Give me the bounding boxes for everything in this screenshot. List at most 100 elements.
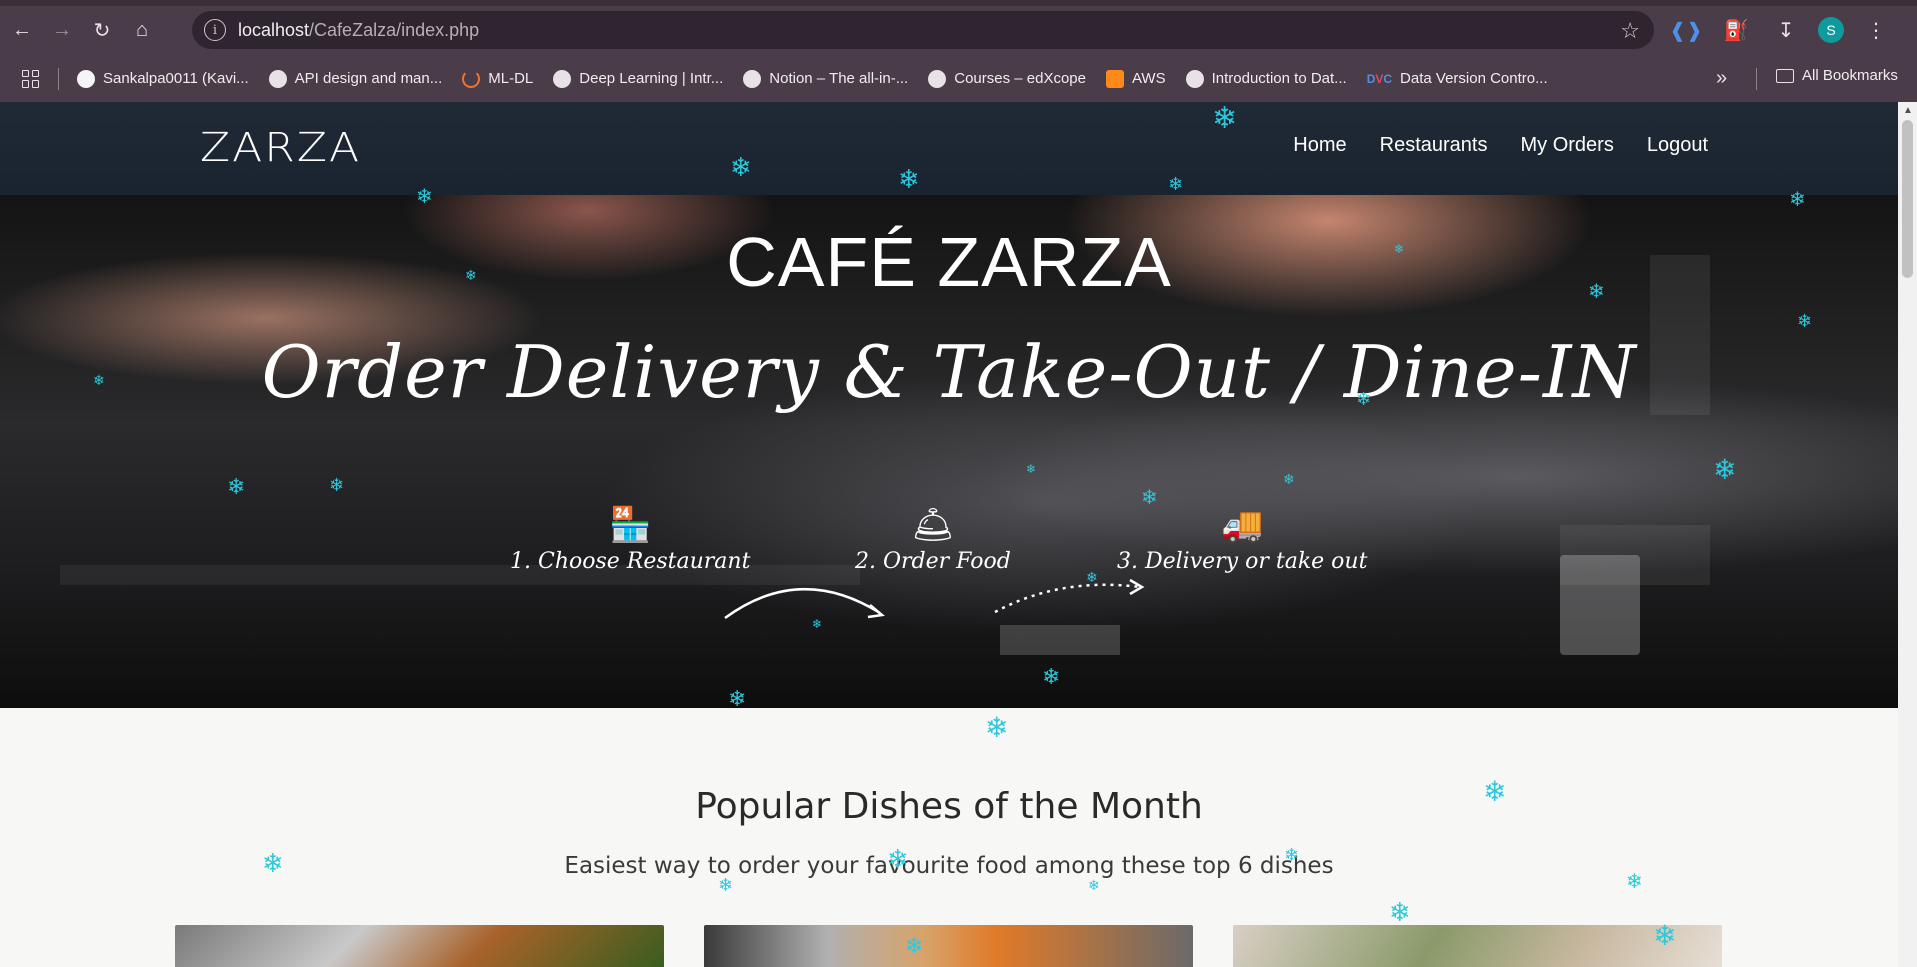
snowflake-icon: ❄ <box>728 686 747 711</box>
bookmark-label: API design and man... <box>294 70 443 87</box>
bookmark-deep-learning[interactable]: Deep Learning | Intr... <box>553 69 724 88</box>
snowflake-icon: ❄ <box>1042 664 1061 689</box>
snowflake-icon: ❄ <box>1212 102 1238 135</box>
snowflake-icon: ❄ <box>1797 311 1813 331</box>
curved-arrow-icon <box>724 588 885 620</box>
menu-kebab-icon[interactable]: ⋮ <box>1858 12 1894 48</box>
snowflake-icon: ❄ <box>1713 454 1737 485</box>
snowflake-icon: ❄ <box>812 617 823 631</box>
profile-avatar[interactable]: S <box>1818 17 1844 43</box>
page-viewport: ZARZA Home Restaurants My Orders Logout … <box>0 102 1898 967</box>
bookmark-dvc[interactable]: DVC Data Version Contro... <box>1367 70 1548 87</box>
bookmarks-divider <box>1756 68 1757 90</box>
scrollbar-thumb[interactable] <box>1902 120 1913 278</box>
folder-icon <box>1776 68 1794 83</box>
bookmark-label: Introduction to Dat... <box>1211 70 1347 87</box>
snowflake-icon: ❄ <box>887 844 909 874</box>
snowflake-icon: ❄ <box>329 475 345 495</box>
cloche-icon: 🛎 <box>911 505 955 545</box>
address-bar[interactable]: i localhost/CafeZalza/index.php ☆ <box>192 11 1654 49</box>
storefront-icon: 🏪 <box>609 505 652 545</box>
snowflake-icon: ❄ <box>262 848 284 878</box>
snowflake-icon: ❄ <box>898 164 920 194</box>
bookmark-github[interactable]: Sankalpa0011 (Kavi... <box>77 69 249 88</box>
apps-grid-icon[interactable] <box>22 69 40 88</box>
globe-icon <box>553 69 572 88</box>
snowflake-icon: ❄ <box>416 186 433 208</box>
site-nav: Home Restaurants My Orders Logout <box>1293 134 1708 157</box>
globe-icon <box>1185 69 1204 88</box>
dotted-arrow-icon <box>994 578 1145 614</box>
media-cast-icon[interactable]: ❰❱ <box>1668 12 1704 48</box>
snowflake-icon: ❄ <box>465 267 477 283</box>
globe-icon <box>743 69 762 88</box>
nav-restaurants-link[interactable]: Restaurants <box>1380 134 1488 157</box>
snowflake-icon: ❄ <box>1168 174 1184 194</box>
more-bookmarks-chevron-icon[interactable]: » <box>1716 67 1727 90</box>
snowflake-icon: ❄ <box>985 712 1009 743</box>
url-path: /CafeZalza/index.php <box>309 19 480 40</box>
nav-my-orders-link[interactable]: My Orders <box>1520 134 1613 157</box>
hero-bg-board <box>1000 625 1120 655</box>
dish-card-image[interactable] <box>175 925 664 967</box>
bookmark-label: Sankalpa0011 (Kavi... <box>103 70 249 87</box>
bookmark-api-design[interactable]: API design and man... <box>268 69 443 88</box>
step-label: 3. Delivery or take out <box>1117 549 1368 574</box>
github-icon <box>77 69 95 88</box>
snowflake-icon: ❄ <box>1026 462 1037 476</box>
snowflake-icon: ❄ <box>905 933 924 958</box>
step-delivery: 🚚 3. Delivery or take out <box>1117 505 1367 574</box>
step-label: 1. Choose Restaurant <box>510 549 751 574</box>
section-title: Popular Dishes of the Month <box>695 786 1203 827</box>
bookmark-label: Courses – edXcope <box>954 70 1086 87</box>
globe-icon <box>928 69 947 88</box>
snowflake-icon: ❄ <box>1141 487 1158 509</box>
site-info-icon[interactable]: i <box>204 19 226 41</box>
step-order-food: 🛎 2. Order Food <box>855 505 1011 574</box>
site-header: ZARZA Home Restaurants My Orders Logout <box>0 102 1898 195</box>
all-bookmarks-label: All Bookmarks <box>1802 67 1898 84</box>
hero-bg-bucket <box>1560 555 1640 655</box>
snowflake-icon: ❄ <box>1483 776 1507 807</box>
bookmark-star-icon[interactable]: ☆ <box>1620 18 1640 44</box>
scroll-up-arrow-icon[interactable]: ▲ <box>1903 105 1913 116</box>
back-icon[interactable]: ← <box>4 13 40 49</box>
bookmark-label: Deep Learning | Intr... <box>579 70 724 87</box>
nav-logout-link[interactable]: Logout <box>1647 134 1708 157</box>
bookmarks-divider <box>58 67 59 90</box>
dish-card-image[interactable] <box>704 925 1193 967</box>
bookmark-edxcope[interactable]: Courses – edXcope <box>928 69 1086 88</box>
snowflake-icon: ❄ <box>1626 871 1643 893</box>
extensions-icon[interactable]: ⛽ <box>1718 12 1754 48</box>
snowflake-icon: ❄ <box>1284 845 1300 865</box>
url-text[interactable]: localhost/CafeZalza/index.php <box>238 20 479 41</box>
section-subtitle: Easiest way to order your favourite food… <box>564 853 1334 879</box>
site-logo[interactable]: ZARZA <box>200 124 361 171</box>
nav-home-link[interactable]: Home <box>1293 134 1346 157</box>
page-scrollbar[interactable]: ▲ <box>1898 102 1917 967</box>
bookmark-label: Notion – The all-in-... <box>769 70 909 87</box>
reload-icon[interactable]: ↻ <box>84 13 120 49</box>
forward-icon[interactable]: → <box>44 13 80 49</box>
bookmark-aws[interactable]: AWS <box>1105 69 1166 88</box>
hero-subtitle: Order Delivery & Take-Out / Dine-IN <box>261 330 1637 414</box>
snowflake-icon: ❄ <box>1653 920 1677 951</box>
home-icon[interactable]: ⌂ <box>124 13 160 49</box>
all-bookmarks-button[interactable]: All Bookmarks <box>1776 67 1898 84</box>
download-icon[interactable]: ↧ <box>1768 12 1804 48</box>
jupyter-icon <box>462 69 481 88</box>
bookmark-notion[interactable]: Notion – The all-in-... <box>743 69 909 88</box>
globe-icon <box>268 69 287 88</box>
snowflake-icon: ❄ <box>227 474 246 499</box>
bookmarks-bar: Sankalpa0011 (Kavi... API design and man… <box>0 55 1917 102</box>
snowflake-icon: ❄ <box>1389 897 1411 927</box>
delivery-truck-icon: 🚚 <box>1221 505 1264 545</box>
hero-banner: CAFÉ ZARZA Order Delivery & Take-Out / D… <box>0 195 1898 708</box>
dish-card-image[interactable] <box>1233 925 1722 967</box>
url-host: localhost <box>238 19 310 40</box>
bookmark-ml-dl[interactable]: ML-DL <box>462 69 534 88</box>
snowflake-icon: ❄ <box>730 152 752 182</box>
bookmark-label: ML-DL <box>488 70 534 87</box>
snowflake-icon: ❄ <box>1789 189 1806 211</box>
bookmark-intro-data[interactable]: Introduction to Dat... <box>1185 69 1347 88</box>
